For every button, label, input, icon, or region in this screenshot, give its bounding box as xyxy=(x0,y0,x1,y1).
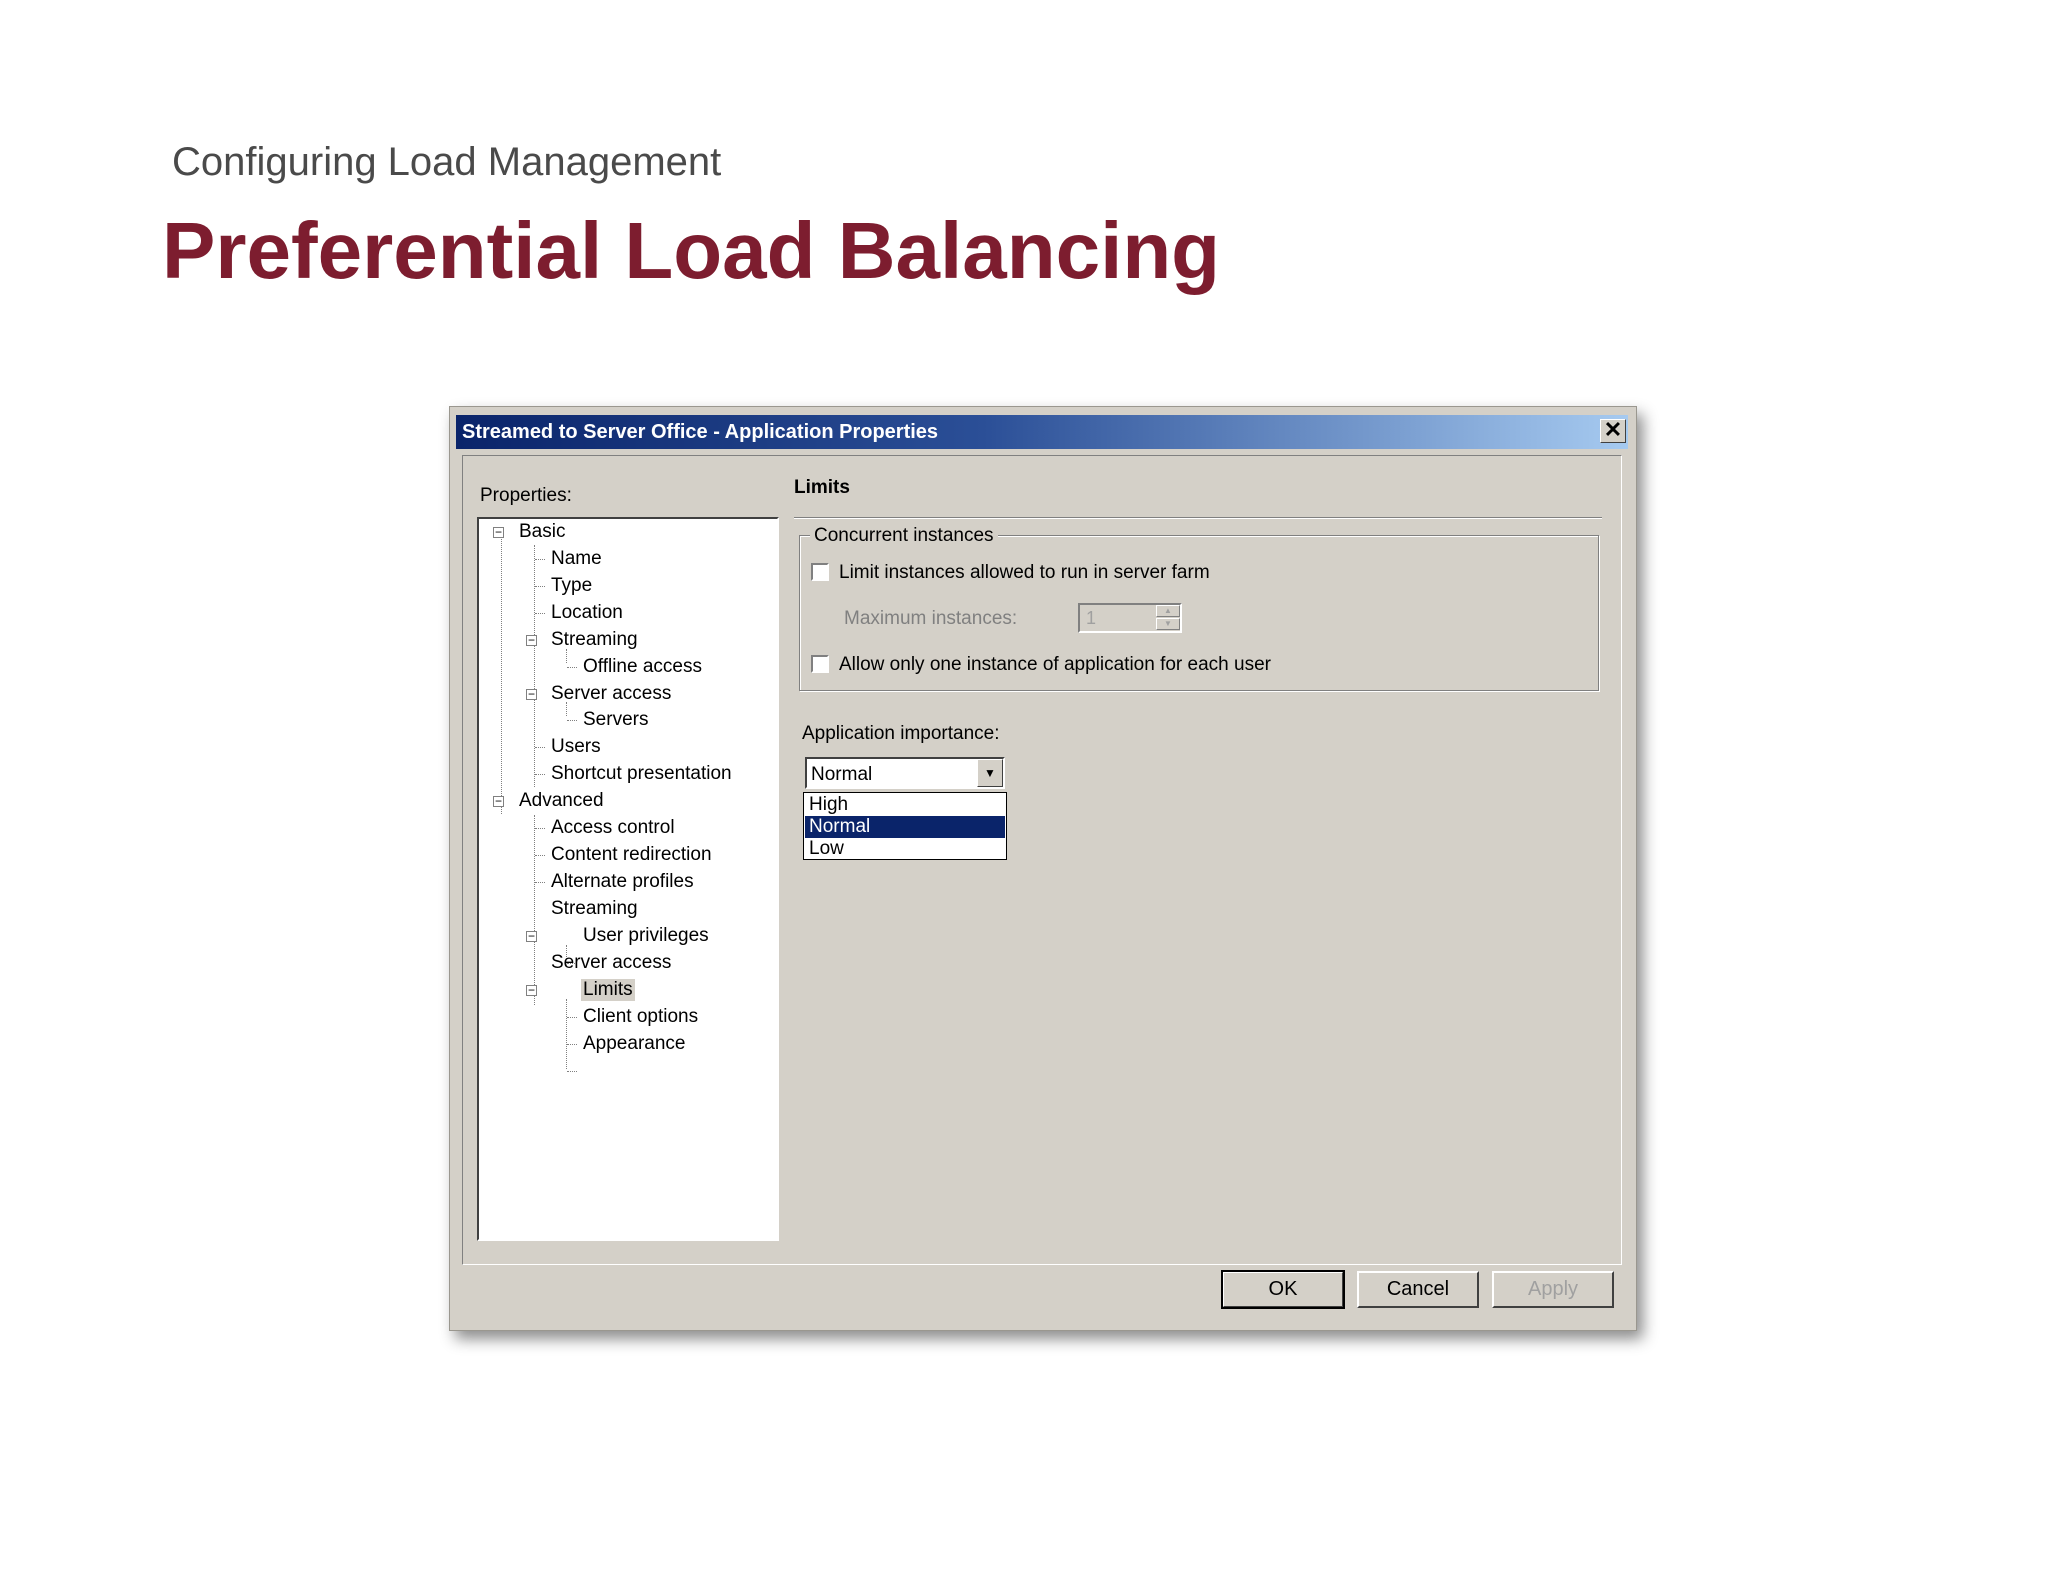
collapse-icon[interactable]: − xyxy=(526,930,537,942)
tree-connector xyxy=(535,882,545,883)
tree-connector xyxy=(567,720,577,721)
tree-item-advanced[interactable]: Advanced xyxy=(519,790,604,812)
collapse-icon[interactable]: − xyxy=(493,526,504,538)
importance-select[interactable]: Normal ▼ xyxy=(805,757,1005,789)
tree-connector xyxy=(567,667,577,668)
tree-connector xyxy=(535,747,545,748)
slide-subtitle: Configuring Load Management xyxy=(172,140,722,184)
tree-connector xyxy=(567,1044,577,1045)
importance-option-low[interactable]: Low xyxy=(805,838,1005,860)
tree-connector xyxy=(535,828,545,829)
tree-item-adv-streaming[interactable]: Streaming xyxy=(551,898,638,920)
tree-item-adv-server-access[interactable]: Server access xyxy=(551,952,671,974)
tree-item-client-options[interactable]: Client options xyxy=(583,1006,698,1028)
section-divider xyxy=(794,517,1602,519)
max-instances-label: Maximum instances: xyxy=(844,608,1018,629)
tree-connector xyxy=(534,545,535,787)
collapse-icon[interactable]: − xyxy=(526,688,537,700)
tree-item-content-redirection[interactable]: Content redirection xyxy=(551,844,712,866)
tree-item-access-control[interactable]: Access control xyxy=(551,817,675,839)
spin-up-icon[interactable]: ▲ xyxy=(1156,605,1180,617)
importance-option-high[interactable]: High xyxy=(805,794,1005,816)
tree-item-limits[interactable]: Limits xyxy=(581,979,635,1001)
tree-connector xyxy=(535,855,545,856)
tree-item-servers[interactable]: Servers xyxy=(583,709,648,731)
limit-instances-checkbox[interactable] xyxy=(811,563,829,581)
tree-item-appearance[interactable]: Appearance xyxy=(583,1033,685,1055)
tree-connector xyxy=(567,1017,577,1018)
tree-connector xyxy=(567,1071,577,1072)
ok-button[interactable]: OK xyxy=(1221,1270,1345,1309)
collapse-icon[interactable]: − xyxy=(526,984,537,996)
properties-dialog: Streamed to Server Office - Application … xyxy=(449,406,1637,1331)
tree-item-streaming[interactable]: Streaming xyxy=(551,629,638,651)
max-instances-value: 1 xyxy=(1086,608,1097,628)
close-icon[interactable]: ✕ xyxy=(1600,419,1626,443)
importance-selected-value: Normal xyxy=(811,764,873,785)
properties-label: Properties: xyxy=(480,485,572,506)
tree-item-server-access[interactable]: Server access xyxy=(551,683,671,705)
collapse-icon[interactable]: − xyxy=(493,795,504,807)
one-instance-label: Allow only one instance of application f… xyxy=(839,654,1271,675)
tree-connector xyxy=(566,649,567,663)
tree-item-offline-access[interactable]: Offline access xyxy=(583,656,702,678)
tree-connector xyxy=(535,613,545,614)
slide-title: Preferential Load Balancing xyxy=(162,206,1221,295)
tree-item-type[interactable]: Type xyxy=(551,575,592,597)
importance-label: Application importance: xyxy=(802,723,1000,744)
tree-item-location[interactable]: Location xyxy=(551,602,623,624)
cancel-button[interactable]: Cancel xyxy=(1357,1271,1479,1308)
limit-instances-label: Limit instances allowed to run in server… xyxy=(839,562,1210,583)
tree-connector xyxy=(535,586,545,587)
tree-item-alternate-profiles[interactable]: Alternate profiles xyxy=(551,871,694,893)
collapse-icon[interactable]: − xyxy=(526,634,537,646)
tree-connector xyxy=(535,774,545,775)
tree-connector xyxy=(534,815,535,1005)
section-heading: Limits xyxy=(794,477,850,498)
dialog-title: Streamed to Server Office - Application … xyxy=(462,421,939,443)
tree-item-name[interactable]: Name xyxy=(551,548,602,570)
importance-dropdown-list: High Normal Low xyxy=(803,792,1007,860)
spin-down-icon[interactable]: ▼ xyxy=(1156,618,1180,630)
tree-item-user-privileges[interactable]: User privileges xyxy=(583,925,709,947)
tree-connector xyxy=(566,999,567,1069)
concurrent-instances-label: Concurrent instances xyxy=(810,525,998,547)
tree-item-basic[interactable]: Basic xyxy=(519,521,565,543)
properties-tree[interactable]: − − − − − − Basic Name Type Location Str… xyxy=(477,517,779,1241)
tree-item-users[interactable]: Users xyxy=(551,736,601,758)
apply-button[interactable]: Apply xyxy=(1492,1271,1614,1308)
max-instances-stepper[interactable]: 1 ▲ ▼ xyxy=(1078,603,1182,633)
tree-connector xyxy=(535,559,545,560)
tree-item-shortcut-presentation[interactable]: Shortcut presentation xyxy=(551,763,732,785)
one-instance-checkbox[interactable] xyxy=(811,655,829,673)
chevron-down-icon[interactable]: ▼ xyxy=(977,759,1003,787)
tree-connector xyxy=(501,539,502,814)
importance-option-normal[interactable]: Normal xyxy=(805,816,1005,838)
title-bar[interactable]: Streamed to Server Office - Application … xyxy=(456,415,1628,449)
